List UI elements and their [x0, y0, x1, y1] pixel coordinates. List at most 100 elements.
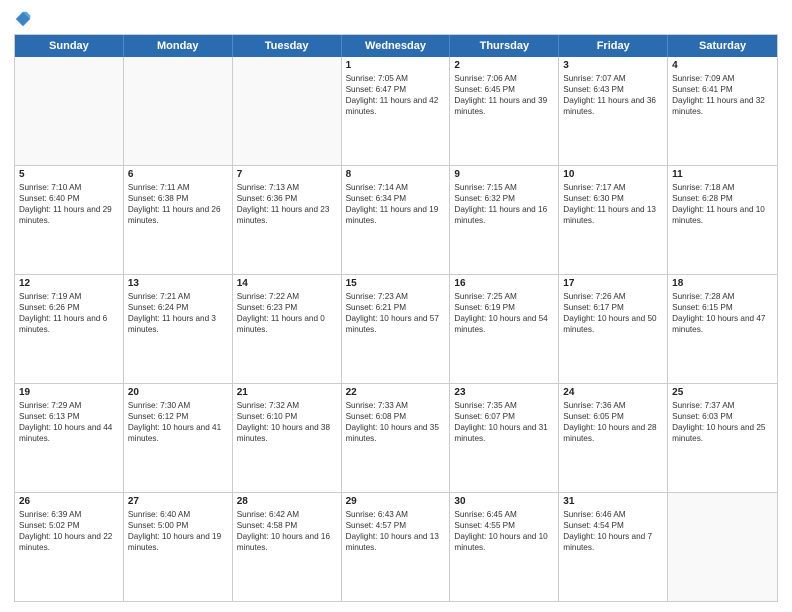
day-info: Sunrise: 7:32 AM Sunset: 6:10 PM Dayligh… [237, 400, 337, 444]
day-cell-22: 22Sunrise: 7:33 AM Sunset: 6:08 PM Dayli… [342, 384, 451, 492]
day-number: 16 [454, 278, 554, 289]
day-number: 18 [672, 278, 773, 289]
day-info: Sunrise: 7:30 AM Sunset: 6:12 PM Dayligh… [128, 400, 228, 444]
day-cell-14: 14 Sunrise: 7:22 AM Sunset: 6:23 PM Dayli… [233, 275, 342, 383]
day-info: Sunrise: 6:43 AM Sunset: 4:57 PM Dayligh… [346, 509, 446, 553]
header-day-friday: Friday [559, 35, 668, 57]
day-cell-21: 21 Sunrise: 7:32 AM Sunset: 6:10 PM Dayli… [233, 384, 342, 492]
day-number: 3 [563, 60, 663, 71]
day-cell-1: 1 Sunrise: 7:05 AM Sunset: 6:47 PM Daylig… [342, 57, 451, 165]
day-cell-19: 19Sunrise: 7:29 AM Sunset: 6:13 PM Dayli… [15, 384, 124, 492]
day-info: Sunrise: 7:11 AM Sunset: 6:38 PM Dayligh… [128, 182, 228, 226]
day-info: Sunrise: 7:09 AM Sunset: 6:41 PM Dayligh… [672, 73, 773, 117]
week-row-0: 1 Sunrise: 7:05 AM Sunset: 6:47 PM Daylig… [15, 57, 777, 166]
day-cell-10: 10 Sunrise: 7:17 AM Sunset: 6:30 PM Dayli… [559, 166, 668, 274]
day-info: Sunrise: 7:25 AM Sunset: 6:19 PM Dayligh… [454, 291, 554, 335]
day-info: Sunrise: 7:07 AM Sunset: 6:43 PM Dayligh… [563, 73, 663, 117]
day-info: Sunrise: 7:17 AM Sunset: 6:30 PM Dayligh… [563, 182, 663, 226]
day-number: 28 [237, 496, 337, 507]
day-number: 4 [672, 60, 773, 71]
day-cell-16: 16 Sunrise: 7:25 AM Sunset: 6:19 PM Dayli… [450, 275, 559, 383]
day-number: 13 [128, 278, 228, 289]
day-cell-17: 17 Sunrise: 7:26 AM Sunset: 6:17 PM Dayli… [559, 275, 668, 383]
day-cell-25: 25 Sunrise: 7:37 AM Sunset: 6:03 PM Dayli… [668, 384, 777, 492]
day-cell-31: 31Sunrise: 6:46 AM Sunset: 4:54 PM Dayli… [559, 493, 668, 601]
day-info: Sunrise: 6:39 AM Sunset: 5:02 PM Dayligh… [19, 509, 119, 553]
day-cell-9: 9 Sunrise: 7:15 AM Sunset: 6:32 PM Daylig… [450, 166, 559, 274]
day-cell-4: 4 Sunrise: 7:09 AM Sunset: 6:41 PM Daylig… [668, 57, 777, 165]
day-cell-13: 13 Sunrise: 7:21 AM Sunset: 6:24 PM Dayli… [124, 275, 233, 383]
day-number: 15 [346, 278, 446, 289]
day-cell-2: 2Sunrise: 7:06 AM Sunset: 6:45 PM Daylig… [450, 57, 559, 165]
day-number: 6 [128, 169, 228, 180]
day-info: Sunrise: 7:35 AM Sunset: 6:07 PM Dayligh… [454, 400, 554, 444]
calendar-header: SundayMondayTuesdayWednesdayThursdayFrid… [15, 35, 777, 57]
header-day-thursday: Thursday [450, 35, 559, 57]
day-number: 26 [19, 496, 119, 507]
day-cell-27: 27Sunrise: 6:40 AM Sunset: 5:00 PM Dayli… [124, 493, 233, 601]
logo [14, 10, 35, 28]
day-info: Sunrise: 6:42 AM Sunset: 4:58 PM Dayligh… [237, 509, 337, 553]
week-row-2: 12 Sunrise: 7:19 AM Sunset: 6:26 PM Dayli… [15, 275, 777, 384]
day-info: Sunrise: 7:28 AM Sunset: 6:15 PM Dayligh… [672, 291, 773, 335]
empty-cell [124, 57, 233, 165]
header [14, 10, 778, 28]
day-number: 12 [19, 278, 119, 289]
day-number: 5 [19, 169, 119, 180]
day-info: Sunrise: 7:33 AM Sunset: 6:08 PM Dayligh… [346, 400, 446, 444]
day-number: 21 [237, 387, 337, 398]
day-cell-8: 8 Sunrise: 7:14 AM Sunset: 6:34 PM Daylig… [342, 166, 451, 274]
day-info: Sunrise: 7:10 AM Sunset: 6:40 PM Dayligh… [19, 182, 119, 226]
calendar-body: 1 Sunrise: 7:05 AM Sunset: 6:47 PM Daylig… [15, 57, 777, 601]
header-day-wednesday: Wednesday [342, 35, 451, 57]
day-cell-12: 12 Sunrise: 7:19 AM Sunset: 6:26 PM Dayli… [15, 275, 124, 383]
day-number: 25 [672, 387, 773, 398]
day-cell-11: 11 Sunrise: 7:18 AM Sunset: 6:28 PM Dayli… [668, 166, 777, 274]
day-cell-26: 26 Sunrise: 6:39 AM Sunset: 5:02 PM Dayli… [15, 493, 124, 601]
day-info: Sunrise: 7:06 AM Sunset: 6:45 PM Dayligh… [454, 73, 554, 117]
day-cell-23: 23 Sunrise: 7:35 AM Sunset: 6:07 PM Dayli… [450, 384, 559, 492]
week-row-4: 26 Sunrise: 6:39 AM Sunset: 5:02 PM Dayli… [15, 493, 777, 601]
day-info: Sunrise: 7:37 AM Sunset: 6:03 PM Dayligh… [672, 400, 773, 444]
day-info: Sunrise: 7:29 AM Sunset: 6:13 PM Dayligh… [19, 400, 119, 444]
day-number: 7 [237, 169, 337, 180]
day-cell-7: 7 Sunrise: 7:13 AM Sunset: 6:36 PM Daylig… [233, 166, 342, 274]
day-info: Sunrise: 7:26 AM Sunset: 6:17 PM Dayligh… [563, 291, 663, 335]
day-info: Sunrise: 7:19 AM Sunset: 6:26 PM Dayligh… [19, 291, 119, 335]
day-info: Sunrise: 7:21 AM Sunset: 6:24 PM Dayligh… [128, 291, 228, 335]
day-number: 8 [346, 169, 446, 180]
day-cell-6: 6 Sunrise: 7:11 AM Sunset: 6:38 PM Daylig… [124, 166, 233, 274]
header-day-monday: Monday [124, 35, 233, 57]
day-info: Sunrise: 7:36 AM Sunset: 6:05 PM Dayligh… [563, 400, 663, 444]
week-row-1: 5 Sunrise: 7:10 AM Sunset: 6:40 PM Daylig… [15, 166, 777, 275]
day-info: Sunrise: 7:22 AM Sunset: 6:23 PM Dayligh… [237, 291, 337, 335]
day-info: Sunrise: 7:13 AM Sunset: 6:36 PM Dayligh… [237, 182, 337, 226]
day-number: 1 [346, 60, 446, 71]
day-cell-18: 18 Sunrise: 7:28 AM Sunset: 6:15 PM Dayli… [668, 275, 777, 383]
logo-icon [14, 10, 32, 28]
day-number: 14 [237, 278, 337, 289]
header-day-tuesday: Tuesday [233, 35, 342, 57]
day-cell-30: 30 Sunrise: 6:45 AM Sunset: 4:55 PM Dayli… [450, 493, 559, 601]
day-info: Sunrise: 7:23 AM Sunset: 6:21 PM Dayligh… [346, 291, 446, 335]
day-number: 30 [454, 496, 554, 507]
day-number: 10 [563, 169, 663, 180]
day-number: 11 [672, 169, 773, 180]
day-cell-29: 29Sunrise: 6:43 AM Sunset: 4:57 PM Dayli… [342, 493, 451, 601]
day-number: 17 [563, 278, 663, 289]
day-cell-3: 3 Sunrise: 7:07 AM Sunset: 6:43 PM Daylig… [559, 57, 668, 165]
day-cell-28: 28 Sunrise: 6:42 AM Sunset: 4:58 PM Dayli… [233, 493, 342, 601]
day-info: Sunrise: 7:05 AM Sunset: 6:47 PM Dayligh… [346, 73, 446, 117]
page: SundayMondayTuesdayWednesdayThursdayFrid… [0, 0, 792, 612]
day-number: 23 [454, 387, 554, 398]
week-row-3: 19Sunrise: 7:29 AM Sunset: 6:13 PM Dayli… [15, 384, 777, 493]
day-info: Sunrise: 7:15 AM Sunset: 6:32 PM Dayligh… [454, 182, 554, 226]
day-cell-15: 15 Sunrise: 7:23 AM Sunset: 6:21 PM Dayli… [342, 275, 451, 383]
day-info: Sunrise: 6:45 AM Sunset: 4:55 PM Dayligh… [454, 509, 554, 553]
day-cell-24: 24Sunrise: 7:36 AM Sunset: 6:05 PM Dayli… [559, 384, 668, 492]
day-number: 20 [128, 387, 228, 398]
day-info: Sunrise: 7:14 AM Sunset: 6:34 PM Dayligh… [346, 182, 446, 226]
day-number: 9 [454, 169, 554, 180]
empty-cell [15, 57, 124, 165]
day-info: Sunrise: 7:18 AM Sunset: 6:28 PM Dayligh… [672, 182, 773, 226]
